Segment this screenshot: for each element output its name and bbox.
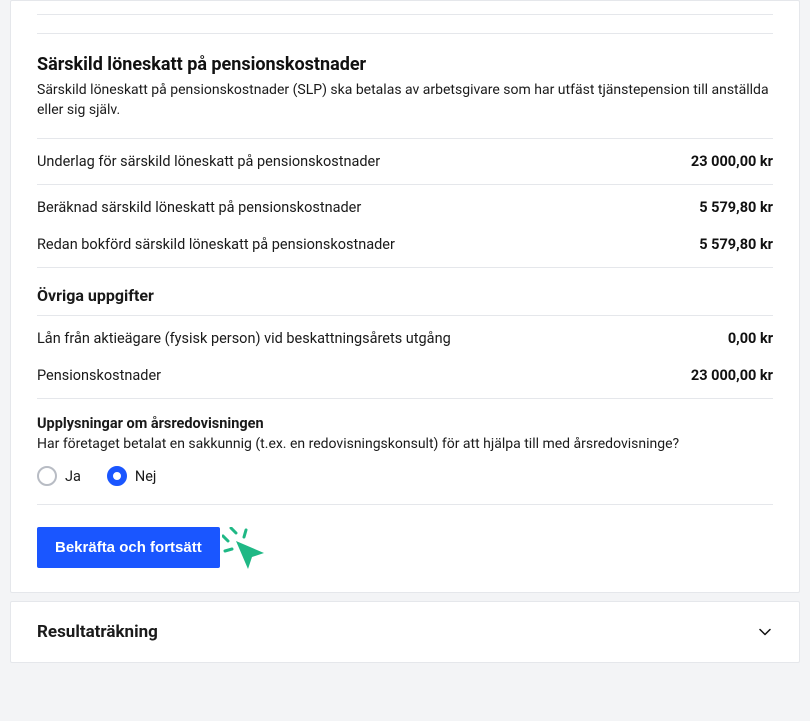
group-sep [37,267,773,268]
section-title-ovriga: Övriga uppgifter [37,286,773,305]
chevron-down-icon [757,624,773,640]
question-block: Upplysningar om årsredovisningen Har för… [37,399,773,504]
confirm-button-label: Bekräfta och fortsätt [55,539,202,556]
row-label: Underlag för särskild löneskatt på pensi… [37,153,380,170]
radio-circle-icon [37,466,57,486]
radio-circle-icon [107,466,127,486]
main-card: Särskild löneskatt på pensionskostnader … [10,0,800,593]
row-pensionskostnader: Pensionskostnader 23 000,00 kr [37,361,773,398]
row-value: 5 579,80 kr [699,199,773,216]
row-value: 0,00 kr [728,330,773,347]
radio-label: Ja [65,468,81,485]
row-lan-aktieagare: Lån från aktieägare (fysisk person) vid … [37,316,773,361]
row-label: Lån från aktieägare (fysisk person) vid … [37,330,451,347]
accordion-resultatrakning[interactable]: Resultaträkning [10,601,800,663]
row-label: Pensionskostnader [37,367,161,384]
row-slp-beraknad: Beräknad särskild löneskatt på pensionsk… [37,185,773,230]
divider [37,33,773,34]
radio-group: Ja Nej [37,466,773,486]
section-title-slp: Särskild löneskatt på pensionskostnader [37,54,773,75]
collapsed-prev-section [37,1,773,15]
confirm-button[interactable]: Bekräfta och fortsätt [37,527,220,568]
radio-label: Nej [135,468,157,485]
row-slp-bokford: Redan bokförd särskild löneskatt på pens… [37,230,773,267]
row-label: Redan bokförd särskild löneskatt på pens… [37,236,395,253]
row-label: Beräknad särskild löneskatt på pensionsk… [37,199,361,216]
row-value: 23 000,00 kr [691,153,773,170]
row-value: 23 000,00 kr [691,367,773,384]
radio-nej[interactable]: Nej [107,466,157,486]
cursor-pointer-icon [222,527,268,573]
section-desc-slp: Särskild löneskatt på pensionskostnader … [37,81,773,120]
row-slp-underlag: Underlag för särskild löneskatt på pensi… [37,139,773,184]
row-value: 5 579,80 kr [699,236,773,253]
radio-ja[interactable]: Ja [37,466,81,486]
question-title: Upplysningar om årsredovisningen [37,415,773,432]
accordion-title: Resultaträkning [37,622,158,642]
question-text: Har företaget betalat en sakkunnig (t.ex… [37,436,773,452]
